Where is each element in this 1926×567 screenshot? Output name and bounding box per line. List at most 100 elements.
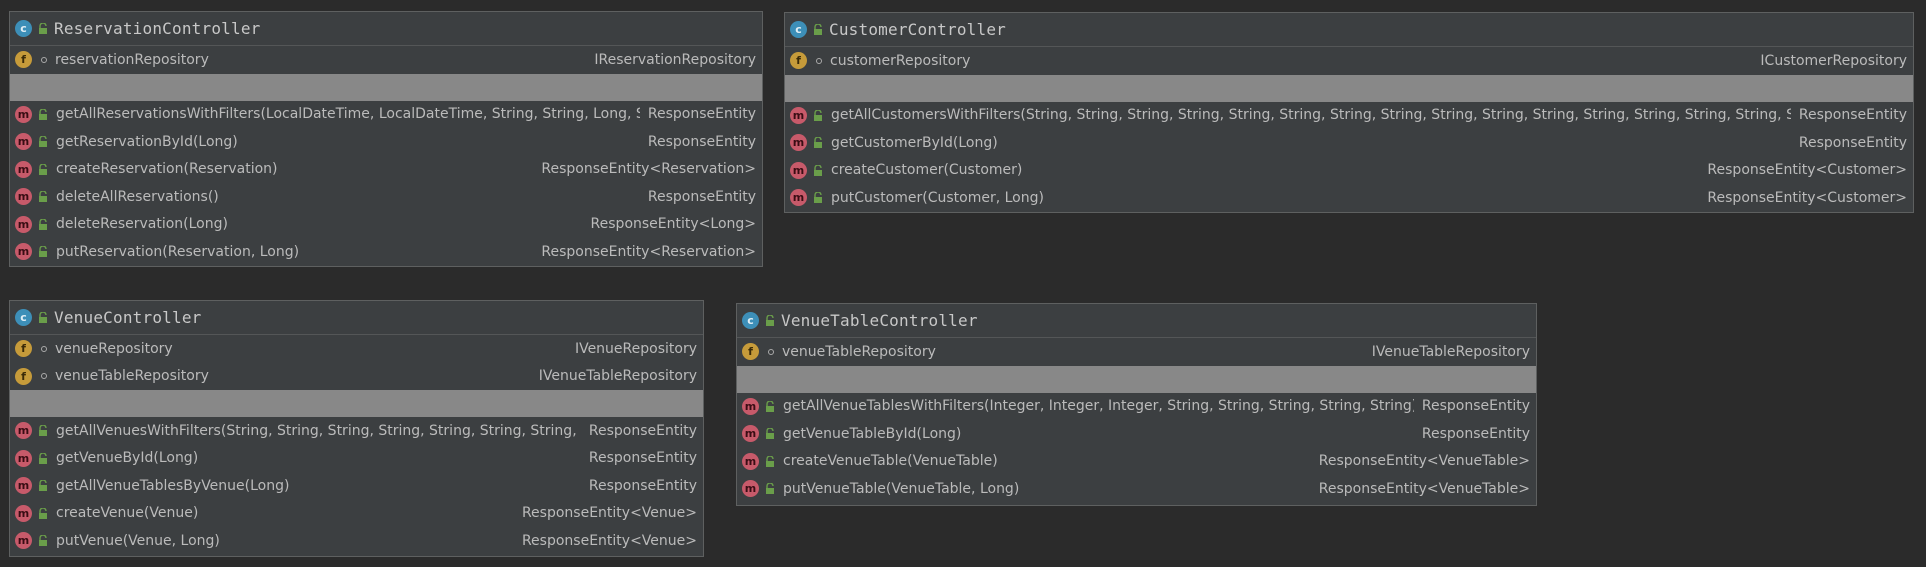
- field-type: ICustomerRepository: [1760, 52, 1907, 69]
- field-type: IVenueTableRepository: [1371, 343, 1530, 360]
- method-icon: m: [15, 422, 32, 440]
- field-icon: f: [790, 52, 807, 70]
- class-icon: c: [742, 312, 759, 329]
- method-row[interactable]: m createReservation(Reservation) Respons…: [10, 156, 762, 184]
- method-row[interactable]: m deleteAllReservations() ResponseEntity: [10, 183, 762, 211]
- method-row[interactable]: m createVenueTable(VenueTable) ResponseE…: [737, 448, 1536, 476]
- section-separator: [10, 73, 762, 101]
- class-box-customer-controller[interactable]: c CustomerController f customerRepositor…: [784, 12, 1914, 213]
- method-return-type: ResponseEntity: [588, 450, 697, 467]
- method-name: getAllVenueTablesWithFilters(Integer, In…: [783, 398, 1414, 415]
- method-name: getAllVenueTablesByVenue(Long): [56, 477, 290, 494]
- class-name: VenueController: [54, 308, 202, 327]
- field-row[interactable]: f venueRepository IVenueRepository: [10, 335, 703, 363]
- method-row[interactable]: m deleteReservation(Long) ResponseEntity…: [10, 211, 762, 239]
- method-return-type: ResponseEntity: [1421, 425, 1530, 442]
- public-lock-icon: [813, 109, 823, 121]
- method-return-type: ResponseEntity<Venue>: [521, 532, 697, 549]
- method-name: getReservationById(Long): [56, 133, 238, 150]
- method-name: deleteAllReservations(): [56, 188, 219, 205]
- method-name: createCustomer(Customer): [831, 162, 1023, 179]
- method-row[interactable]: m getAllCustomersWithFilters(String, Str…: [785, 102, 1913, 130]
- class-name: CustomerController: [829, 20, 1006, 39]
- method-icon: m: [742, 397, 759, 415]
- method-return-type: ResponseEntity: [1798, 107, 1907, 124]
- public-lock-icon: [38, 480, 48, 492]
- field-type: IReservationRepository: [594, 51, 756, 68]
- method-name: getVenueById(Long): [56, 450, 199, 467]
- method-row[interactable]: m getReservationById(Long) ResponseEntit…: [10, 128, 762, 156]
- public-lock-icon: [765, 400, 775, 412]
- public-lock-icon: [813, 192, 823, 204]
- method-icon: m: [790, 161, 807, 179]
- method-name: putVenueTable(VenueTable, Long): [783, 480, 1020, 497]
- class-name: VenueTableController: [781, 311, 978, 330]
- method-row[interactable]: m getVenueTableById(Long) ResponseEntity: [737, 420, 1536, 448]
- field-row[interactable]: f venueTableRepository IVenueTableReposi…: [10, 363, 703, 391]
- public-lock-icon: [813, 137, 823, 149]
- method-icon: m: [742, 480, 759, 498]
- method-return-type: ResponseEntity<Reservation>: [541, 161, 756, 178]
- field-row[interactable]: f venueTableRepository IVenueTableReposi…: [737, 338, 1536, 366]
- public-lock-icon: [38, 452, 48, 464]
- field-row[interactable]: f customerRepository ICustomerRepository: [785, 47, 1913, 75]
- method-row[interactable]: m getAllVenuesWithFilters(String, String…: [10, 417, 703, 445]
- method-return-type: ResponseEntity<Customer>: [1707, 189, 1907, 206]
- method-row[interactable]: m getAllVenueTablesByVenue(Long) Respons…: [10, 472, 703, 500]
- public-lock-icon: [38, 108, 48, 120]
- method-row[interactable]: m getVenueById(Long) ResponseEntity: [10, 445, 703, 473]
- method-return-type: ResponseEntity<Reservation>: [541, 243, 756, 260]
- method-row[interactable]: m putVenueTable(VenueTable, Long) Respon…: [737, 475, 1536, 503]
- method-name: getVenueTableById(Long): [783, 425, 962, 442]
- method-row[interactable]: m putReservation(Reservation, Long) Resp…: [10, 238, 762, 266]
- class-box-venue-controller[interactable]: c VenueController f venueRepository IVen…: [9, 300, 704, 557]
- method-name: deleteReservation(Long): [56, 216, 228, 233]
- public-lock-icon: [765, 315, 775, 326]
- class-icon: c: [15, 309, 32, 326]
- method-icon: m: [15, 105, 32, 123]
- class-header: c VenueTableController: [737, 304, 1536, 338]
- package-private-icon: [38, 56, 47, 63]
- method-icon: m: [790, 106, 807, 124]
- field-name: customerRepository: [830, 52, 971, 69]
- method-icon: m: [15, 449, 32, 467]
- public-lock-icon: [765, 428, 775, 440]
- method-return-type: ResponseEntity: [588, 477, 697, 494]
- method-icon: m: [15, 188, 32, 206]
- method-icon: m: [15, 504, 32, 522]
- field-icon: f: [15, 340, 32, 358]
- method-row[interactable]: m getCustomerById(Long) ResponseEntity: [785, 129, 1913, 157]
- method-icon: m: [742, 452, 759, 470]
- method-row[interactable]: m putVenue(Venue, Long) ResponseEntity<V…: [10, 527, 703, 555]
- class-header: c CustomerController: [785, 13, 1913, 47]
- method-row[interactable]: m createCustomer(Customer) ResponseEntit…: [785, 157, 1913, 185]
- method-return-type: ResponseEntity<VenueTable>: [1318, 480, 1530, 497]
- package-private-icon: [765, 348, 774, 355]
- public-lock-icon: [38, 246, 48, 258]
- method-name: getAllCustomersWithFilters(String, Strin…: [831, 107, 1791, 124]
- class-icon: c: [15, 20, 32, 37]
- method-row[interactable]: m putCustomer(Customer, Long) ResponseEn…: [785, 184, 1913, 212]
- package-private-icon: [38, 373, 47, 380]
- field-name: reservationRepository: [55, 51, 209, 68]
- field-row[interactable]: f reservationRepository IReservationRepo…: [10, 46, 762, 74]
- method-icon: m: [15, 532, 32, 550]
- method-name: putVenue(Venue, Long): [56, 532, 220, 549]
- field-name: venueTableRepository: [782, 343, 936, 360]
- method-return-type: ResponseEntity: [1421, 398, 1530, 415]
- field-icon: f: [742, 343, 759, 361]
- method-return-type: ResponseEntity: [647, 133, 756, 150]
- method-icon: m: [15, 133, 32, 151]
- method-return-type: ResponseEntity<Venue>: [521, 505, 697, 522]
- method-row[interactable]: m getAllVenueTablesWithFilters(Integer, …: [737, 393, 1536, 421]
- method-icon: m: [790, 189, 807, 207]
- method-row[interactable]: m createVenue(Venue) ResponseEntity<Venu…: [10, 500, 703, 528]
- public-lock-icon: [38, 191, 48, 203]
- class-box-reservation-controller[interactable]: c ReservationController f reservationRep…: [9, 11, 763, 267]
- method-icon: m: [15, 477, 32, 495]
- class-box-venue-table-controller[interactable]: c VenueTableController f venueTableRepos…: [736, 303, 1537, 506]
- section-separator: [737, 365, 1536, 393]
- method-row[interactable]: m getAllReservationsWithFilters(LocalDat…: [10, 101, 762, 129]
- section-separator: [10, 390, 703, 417]
- method-return-type: ResponseEntity: [588, 422, 697, 439]
